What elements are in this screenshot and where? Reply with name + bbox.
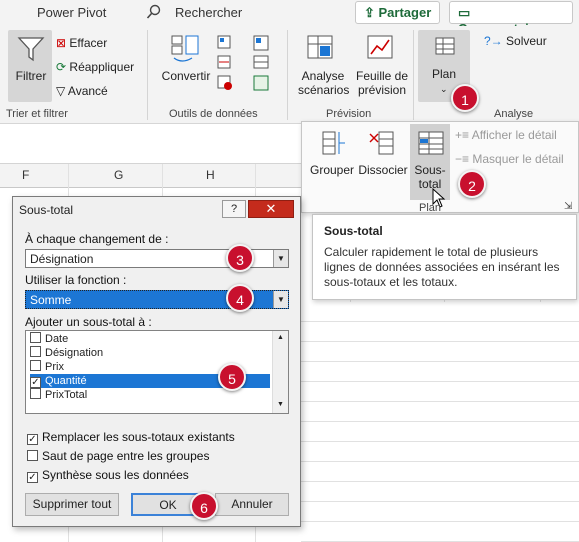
dialog-title: Sous-total <box>19 203 74 217</box>
convert-icon <box>168 34 202 64</box>
add-subtotal-label: Ajouter un sous-total à : <box>25 315 152 329</box>
search-box[interactable]: Rechercher <box>175 5 242 20</box>
comment-icon: ▭ <box>458 5 471 20</box>
outline-group-label: Plan <box>419 202 442 214</box>
column-f[interactable]: F <box>22 168 29 182</box>
filter-label: Filtrer <box>15 69 47 83</box>
share-icon: ⇪ <box>364 5 379 20</box>
step-badge-4: 4 <box>226 284 254 312</box>
remove-all-button[interactable]: Supprimer tout <box>25 493 119 516</box>
forecast-sheet-icon <box>366 34 396 62</box>
tab-power-pivot[interactable]: Power Pivot <box>37 5 106 20</box>
column-g[interactable]: G <box>114 168 123 182</box>
step-badge-3: 3 <box>226 244 254 272</box>
checkbox-checked[interactable]: ✓ <box>27 472 38 483</box>
scroll-up-icon[interactable]: ▲ <box>277 334 284 341</box>
step-badge-5: 5 <box>218 363 246 391</box>
group-button[interactable]: Grouper <box>307 163 357 177</box>
ungroup-button[interactable]: Dissocier <box>357 163 409 177</box>
what-if-icon <box>306 34 336 62</box>
search-icon[interactable] <box>146 4 162 20</box>
summary-below-option[interactable]: ✓ Synthèse sous les données <box>27 468 189 483</box>
show-detail-button[interactable]: +≡ Afficher le détail <box>455 128 557 142</box>
chevron-down-icon[interactable]: ▼ <box>273 250 288 267</box>
dialog-launcher-icon[interactable]: ⇲ <box>564 201 572 212</box>
convert-button[interactable]: Convertir <box>160 69 212 83</box>
filter-icon <box>17 36 45 62</box>
solver-icon: ?→ <box>484 34 503 48</box>
help-button[interactable]: ? <box>222 200 246 218</box>
what-if-analysis-button[interactable]: Analyse scénarios <box>298 69 349 97</box>
checkbox[interactable] <box>27 450 38 461</box>
scroll-down-icon[interactable]: ▼ <box>277 401 284 408</box>
group-icon <box>321 130 347 156</box>
checkbox-checked[interactable]: ✓ <box>30 377 41 388</box>
chevron-down-icon[interactable]: ▼ <box>273 291 288 308</box>
solver-button[interactable]: ?→ Solveur <box>484 34 547 48</box>
ungroup-icon <box>369 130 395 156</box>
reapply-button[interactable]: ⟳ Réappliquer <box>56 60 134 74</box>
subtotal-fields-list[interactable]: Date Désignation Prix ✓ Quantité PrixTota… <box>25 330 289 414</box>
subtotal-dialog: Sous-total ? ✕ À chaque changement de : … <box>12 196 301 527</box>
replace-subtotals-option[interactable]: ✓ Remplacer les sous-totaux existants <box>27 430 235 445</box>
divider <box>287 30 288 120</box>
checkbox[interactable] <box>30 346 41 357</box>
checkbox[interactable] <box>30 360 41 371</box>
subtotal-label: Sous- <box>414 163 446 177</box>
group-label-data-tools: Outils de données <box>169 108 258 120</box>
clear-filter-button[interactable]: ⊠ Effacer <box>56 36 107 50</box>
page-break-option[interactable]: Saut de page entre les groupes <box>27 449 209 463</box>
checkbox[interactable] <box>30 332 41 343</box>
share-button[interactable]: ⇪ Partager <box>355 1 441 24</box>
use-function-label: Utiliser la fonction : <box>25 273 127 287</box>
reapply-icon: ⟳ <box>56 60 67 74</box>
step-badge-2: 2 <box>458 170 486 198</box>
step-badge-6: 6 <box>190 492 218 520</box>
checkbox-checked[interactable]: ✓ <box>27 434 38 445</box>
close-button[interactable]: ✕ <box>248 200 294 218</box>
advanced-filter-button[interactable]: ▽ Avancé <box>56 84 108 98</box>
divider <box>147 30 148 120</box>
tooltip-title: Sous-total <box>324 224 383 238</box>
divider <box>413 30 414 120</box>
forecast-sheet-button[interactable]: Feuille de prévision <box>354 69 410 97</box>
scrollbar[interactable]: ▲ ▼ <box>272 331 288 413</box>
grid-rows <box>301 302 579 542</box>
list-item[interactable]: Date <box>30 332 270 346</box>
at-each-change-label: À chaque changement de : <box>25 232 169 246</box>
data-tools-icons[interactable] <box>216 34 276 98</box>
comments-button[interactable]: ▭ Commentaires <box>449 1 573 36</box>
column-h[interactable]: H <box>206 168 215 182</box>
list-item[interactable]: Désignation <box>30 346 270 360</box>
hide-detail-button[interactable]: −≡ Masquer le détail <box>455 152 564 166</box>
step-badge-1: 1 <box>451 84 479 112</box>
advanced-icon: ▽ <box>56 84 66 98</box>
subtotal-icon <box>417 130 445 156</box>
outline-label: Plan <box>431 67 457 81</box>
chevron-down-icon: ⌄ <box>440 84 448 94</box>
show-detail-icon: +≡ <box>455 128 472 142</box>
group-label-forecast: Prévision <box>326 108 372 120</box>
hide-detail-icon: −≡ <box>455 152 473 166</box>
outline-icon <box>434 36 456 56</box>
close-icon: ✕ <box>265 201 277 216</box>
tooltip-text: Calculer rapidement le total de plusieur… <box>324 245 560 289</box>
checkbox[interactable] <box>30 388 41 399</box>
cancel-button[interactable]: Annuler <box>215 493 289 516</box>
group-label-sort-filter: Trier et filtrer <box>6 108 68 120</box>
clear-icon: ⊠ <box>56 36 67 50</box>
group-label-analysis: Analyse <box>494 108 534 120</box>
